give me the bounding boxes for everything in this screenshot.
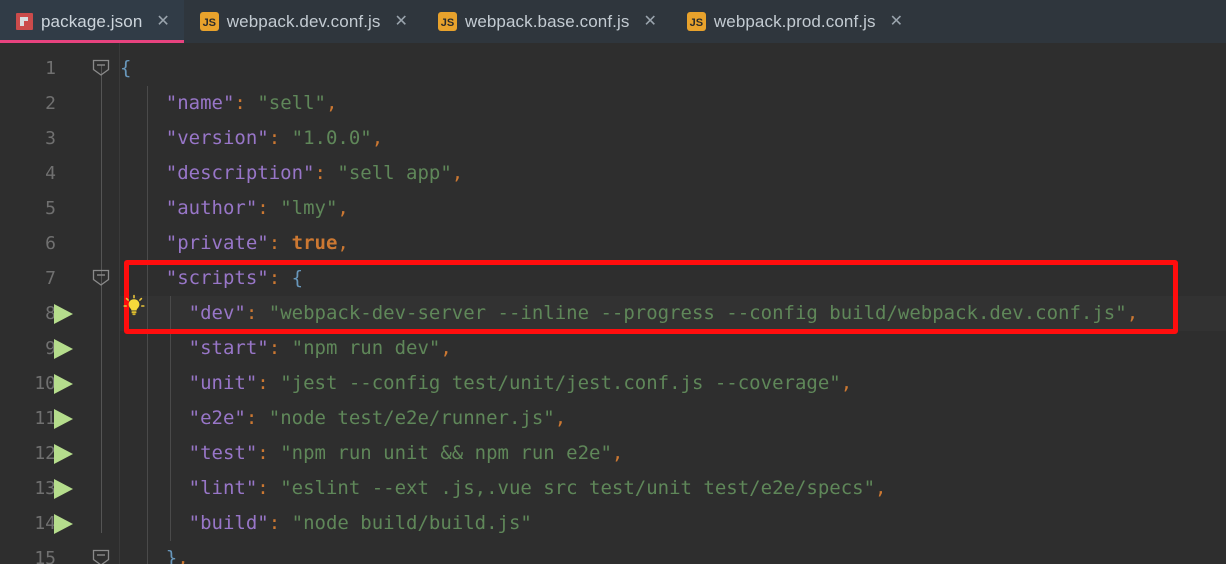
close-icon[interactable]: ✕: [643, 13, 656, 30]
lightbulb-icon[interactable]: [122, 294, 146, 318]
js-icon: JS: [686, 12, 706, 31]
line-number: 6: [45, 233, 56, 254]
code-text: },: [165, 547, 189, 564]
code-row[interactable]: 11 "e2e": "node test/e2e/runner.js",: [0, 401, 1226, 436]
line-number: 14: [34, 513, 56, 534]
code-line[interactable]: {: [120, 51, 1226, 86]
code-text: {: [120, 57, 132, 79]
js-icon: JS: [437, 12, 457, 31]
code-text: "description": "sell app",: [165, 162, 464, 184]
code-row[interactable]: 7 "scripts": {: [0, 261, 1226, 296]
ide-window: package.json ✕ JS webpack.dev.conf.js ✕ …: [0, 0, 1226, 564]
code-row[interactable]: 10 "unit": "jest --config test/unit/jest…: [0, 366, 1226, 401]
code-text: "unit": "jest --config test/unit/jest.co…: [188, 372, 853, 394]
code-text: "name": "sell",: [165, 92, 338, 114]
code-row[interactable]: 2 "name": "sell",: [0, 86, 1226, 121]
line-number: 10: [34, 373, 56, 394]
code-text: "private": true,: [165, 232, 349, 254]
line-number: 2: [45, 93, 56, 114]
editor-tab-bar: package.json ✕ JS webpack.dev.conf.js ✕ …: [0, 0, 1226, 43]
code-line[interactable]: },: [120, 541, 1226, 564]
code-line[interactable]: "version": "1.0.0",: [120, 121, 1226, 156]
tab-webpack-dev-conf-js[interactable]: JS webpack.dev.conf.js ✕: [184, 0, 422, 43]
code-text: "dev": "webpack-dev-server --inline --pr…: [188, 302, 1139, 324]
code-line[interactable]: "test": "npm run unit && npm run e2e",: [120, 436, 1226, 471]
play-icon[interactable]: [54, 479, 73, 499]
line-number: 1: [45, 58, 56, 79]
line-number: 4: [45, 163, 56, 184]
play-icon[interactable]: [54, 339, 73, 359]
code-text: "build": "node build/build.js": [188, 512, 532, 534]
line-number: 11: [34, 408, 56, 429]
code-row[interactable]: 5 "author": "lmy",: [0, 191, 1226, 226]
fold-collapse-icon[interactable]: [92, 59, 110, 76]
line-number: 13: [34, 478, 56, 499]
code-line[interactable]: "lint": "eslint --ext .js,.vue src test/…: [120, 471, 1226, 506]
code-text: "test": "npm run unit && npm run e2e",: [188, 442, 624, 464]
code-line[interactable]: "build": "node build/build.js": [120, 506, 1226, 541]
line-number: 8: [45, 303, 56, 324]
fold-collapse-icon[interactable]: [92, 269, 110, 286]
fold-collapse-icon[interactable]: [92, 549, 110, 564]
close-icon[interactable]: ✕: [395, 13, 408, 30]
tab-label: package.json: [41, 11, 143, 31]
code-line[interactable]: "dev": "webpack-dev-server --inline --pr…: [120, 296, 1226, 331]
code-row[interactable]: 6 "private": true,: [0, 226, 1226, 261]
play-icon[interactable]: [54, 409, 73, 429]
code-line[interactable]: "start": "npm run dev",: [120, 331, 1226, 366]
line-number: 15: [34, 548, 56, 564]
code-line[interactable]: "private": true,: [120, 226, 1226, 261]
close-icon[interactable]: ✕: [156, 13, 169, 30]
tab-label: webpack.dev.conf.js: [226, 11, 381, 31]
code-line[interactable]: "description": "sell app",: [120, 156, 1226, 191]
code-row[interactable]: 12 "test": "npm run unit && npm run e2e"…: [0, 436, 1226, 471]
play-icon[interactable]: [54, 514, 73, 534]
play-icon[interactable]: [54, 304, 73, 324]
code-text: "author": "lmy",: [165, 197, 349, 219]
tab-package-json[interactable]: package.json ✕: [0, 0, 184, 43]
play-icon[interactable]: [54, 444, 73, 464]
play-icon[interactable]: [54, 374, 73, 394]
code-row[interactable]: 4 "description": "sell app",: [0, 156, 1226, 191]
code-row[interactable]: 15 },: [0, 541, 1226, 564]
code-row[interactable]: 8 "dev": "webpack-dev-server --inline --…: [0, 296, 1226, 331]
code-line[interactable]: "author": "lmy",: [120, 191, 1226, 226]
code-row[interactable]: 9 "start": "npm run dev",: [0, 331, 1226, 366]
code-text: "lint": "eslint --ext .js,.vue src test/…: [188, 477, 887, 499]
line-number: 9: [45, 338, 56, 359]
code-editor[interactable]: 1{2 "name": "sell", 3 "version": "1.0.0",…: [0, 43, 1226, 564]
tab-label: webpack.base.conf.js: [464, 11, 630, 31]
code-row[interactable]: 3 "version": "1.0.0",: [0, 121, 1226, 156]
code-row[interactable]: 13 "lint": "eslint --ext .js,.vue src te…: [0, 471, 1226, 506]
line-number: 3: [45, 128, 56, 149]
code-text: "e2e": "node test/e2e/runner.js",: [188, 407, 567, 429]
code-line[interactable]: "scripts": {: [120, 261, 1226, 296]
code-row[interactable]: 14 "build": "node build/build.js": [0, 506, 1226, 541]
code-text: "version": "1.0.0",: [165, 127, 384, 149]
tab-webpack-prod-conf-js[interactable]: JS webpack.prod.conf.js ✕: [671, 0, 917, 43]
close-icon[interactable]: ✕: [890, 13, 903, 30]
code-line[interactable]: "e2e": "node test/e2e/runner.js",: [120, 401, 1226, 436]
code-line[interactable]: "name": "sell",: [120, 86, 1226, 121]
npm-icon: [16, 13, 33, 30]
line-number: 12: [34, 443, 56, 464]
tab-label: webpack.prod.conf.js: [713, 11, 876, 31]
code-line[interactable]: "unit": "jest --config test/unit/jest.co…: [120, 366, 1226, 401]
line-number: 7: [45, 268, 56, 289]
js-icon: JS: [199, 12, 219, 31]
line-number: 5: [45, 198, 56, 219]
code-row[interactable]: 1{: [0, 51, 1226, 86]
tab-webpack-base-conf-js[interactable]: JS webpack.base.conf.js ✕: [422, 0, 671, 43]
